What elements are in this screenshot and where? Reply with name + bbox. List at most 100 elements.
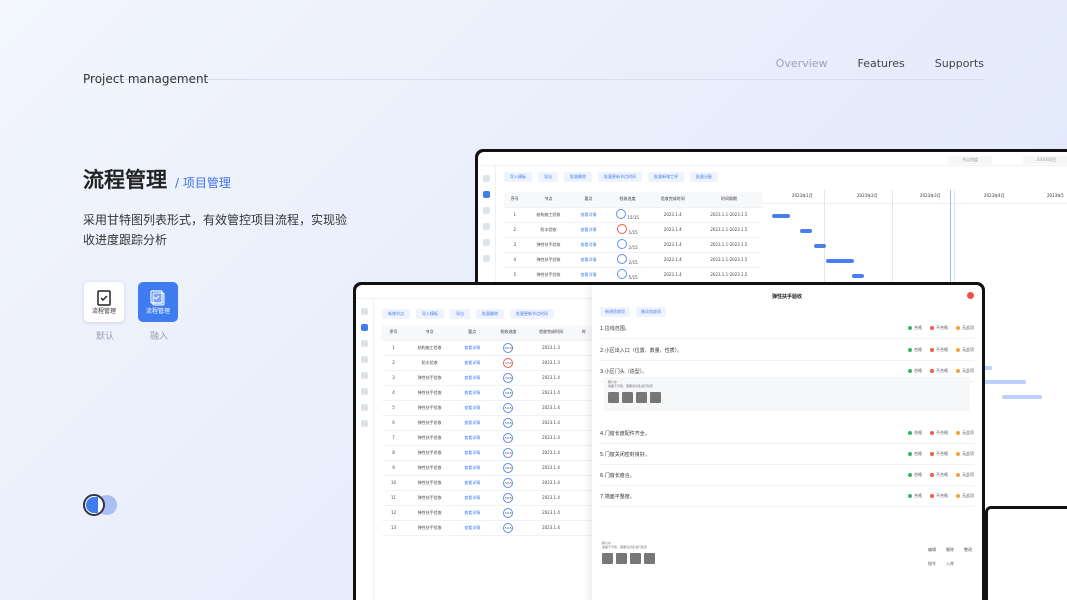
mode-merged-button[interactable]: 流程管理 <box>138 282 178 322</box>
photo-thumb[interactable] <box>630 553 641 564</box>
table-row[interactable]: 5 弹性扶手验收 查看详情 5/15 2023.1.4 <box>382 400 592 416</box>
table-row[interactable]: 6 弹性扶手验收 查看详情 5/15 2023.1.4 <box>382 415 592 431</box>
detail-link[interactable]: 查看详情 <box>454 385 491 401</box>
option-pass[interactable]: 合格 <box>908 472 922 478</box>
option-pass[interactable]: 合格 <box>908 451 922 457</box>
front-tb-add-node[interactable]: 新增节点 <box>382 309 410 319</box>
third-device-edge <box>985 506 1067 600</box>
option-fail[interactable]: 不合格 <box>930 430 948 436</box>
table-row[interactable]: 11 弹性扶手验收 查看详情 5/15 2023.1.4 <box>382 490 592 506</box>
option-pass[interactable]: 合格 <box>908 347 922 353</box>
detail-link[interactable]: 查看详情 <box>454 490 491 506</box>
option-fail[interactable]: 不合格 <box>930 347 948 353</box>
table-row[interactable]: 3 弹性扶手验收 查看详情 2/15 2023.1.4 2023.1.1-202… <box>504 237 762 253</box>
theme-toggle[interactable] <box>83 494 121 516</box>
option-pass[interactable]: 合格 <box>908 493 922 499</box>
gantt-bar[interactable] <box>826 259 854 263</box>
back-tb-import[interactable]: 导入模板 <box>504 172 532 182</box>
gantt-bar[interactable] <box>800 229 812 233</box>
command-button[interactable]: 指令 <box>928 561 936 567</box>
option-na[interactable]: 无此项 <box>956 347 974 353</box>
detail-link[interactable]: 查看详情 <box>454 355 491 371</box>
table-row[interactable]: 2 防水验收 查看详情 1/15 2023.1.4 2023.1.1-2023.… <box>504 222 762 238</box>
edit-button[interactable]: 编辑 <box>928 547 936 553</box>
gantt-bar[interactable] <box>980 380 1026 384</box>
back-tb-export[interactable]: 导出 <box>538 172 558 182</box>
detail-link[interactable]: 查看详情 <box>454 415 491 431</box>
photo-thumb[interactable] <box>622 392 633 403</box>
option-fail[interactable]: 不合格 <box>930 325 948 331</box>
table-row[interactable]: 2 防水验收 查看详情 1/15 2023.1.3 <box>382 355 592 371</box>
detail-link[interactable]: 查看详情 <box>454 340 491 356</box>
option-pass[interactable]: 合格 <box>908 325 922 331</box>
table-row[interactable]: 4 弹性扶手验收 查看详情 2/15 2023.1.4 2023.1.1-202… <box>504 252 762 268</box>
option-pass[interactable]: 合格 <box>908 368 922 374</box>
option-na[interactable]: 无此项 <box>956 325 974 331</box>
gantt-bar[interactable] <box>1002 395 1042 399</box>
option-na[interactable]: 无此项 <box>956 472 974 478</box>
detail-link[interactable]: 查看详情 <box>454 370 491 386</box>
back-tb-assign[interactable]: 批量分配 <box>690 172 718 182</box>
photo-thumb[interactable] <box>650 392 661 403</box>
detail-link[interactable]: 查看详情 <box>571 237 606 253</box>
front-tb-import[interactable]: 导入模板 <box>416 309 444 319</box>
photo-thumb[interactable] <box>602 553 613 564</box>
option-fail[interactable]: 不合格 <box>930 451 948 457</box>
detail-link[interactable]: 查看详情 <box>571 222 606 238</box>
front-tb-export[interactable]: 导出 <box>450 309 470 319</box>
table-row[interactable]: 3 弹性扶手验收 查看详情 2/15 2023.1.4 <box>382 370 592 386</box>
table-row[interactable]: 1 结构施工验收 查看详情 15/15 2023.1.4 2023.1.1-20… <box>504 207 762 223</box>
table-row[interactable]: 12 弹性扶手验收 查看详情 5/15 2023.1.4 <box>382 505 592 521</box>
close-icon[interactable] <box>967 292 974 299</box>
table-row[interactable]: 9 弹性扶手验收 查看详情 5/15 2023.1.4 <box>382 460 592 476</box>
option-na[interactable]: 无此项 <box>956 451 974 457</box>
option-na[interactable]: 无此项 <box>956 430 974 436</box>
back-select[interactable]: 节点进度 <box>948 156 992 164</box>
photo-thumb[interactable] <box>616 553 627 564</box>
back-tb-add[interactable]: 批量新增工序 <box>648 172 684 182</box>
detail-link[interactable]: 查看详情 <box>571 252 606 268</box>
move-item-button[interactable]: 移动验收项 <box>636 307 666 317</box>
back-tb-update[interactable]: 批量更新节点时间 <box>598 172 642 182</box>
option-fail[interactable]: 不合格 <box>930 493 948 499</box>
detail-link[interactable]: 查看详情 <box>454 505 491 521</box>
table-row[interactable]: 4 弹性扶手验收 查看详情 2/15 2023.1.4 <box>382 385 592 401</box>
add-item-button[interactable]: 新增验收项 <box>600 307 630 317</box>
table-row[interactable]: 1 结构施工验收 查看详情 15/15 2023.1.3 <box>382 340 592 356</box>
nav-overview[interactable]: Overview <box>776 57 828 70</box>
detail-link[interactable]: 查看详情 <box>454 445 491 461</box>
option-fail[interactable]: 不合格 <box>930 368 948 374</box>
table-row[interactable]: 8 弹性扶手验收 查看详情 5/15 2023.1.4 <box>382 445 592 461</box>
table-row[interactable]: 13 弹性扶手验收 查看详情 5/15 2023.1.4 <box>382 520 592 536</box>
table-row[interactable]: 7 弹性扶手验收 查看详情 5/15 2023.1.4 <box>382 430 592 446</box>
detail-link[interactable]: 查看详情 <box>454 400 491 416</box>
gantt-bar[interactable] <box>772 214 790 218</box>
option-pass[interactable]: 合格 <box>908 430 922 436</box>
option-fail[interactable]: 不合格 <box>930 472 948 478</box>
gantt-bar[interactable] <box>814 244 826 248</box>
delete-button[interactable]: 删除 <box>946 547 954 553</box>
detail-link[interactable]: 查看详情 <box>571 267 606 283</box>
nav-features[interactable]: Features <box>857 57 904 70</box>
front-tb-delete[interactable]: 批量删除 <box>476 309 504 319</box>
store-button[interactable]: 入库 <box>946 561 954 567</box>
photo-thumb[interactable] <box>636 392 647 403</box>
table-row[interactable]: 5 弹性扶手验收 查看详情 5/15 2023.1.4 2023.1.1-202… <box>504 267 762 283</box>
detail-link[interactable]: 查看详情 <box>454 460 491 476</box>
option-na[interactable]: 无此项 <box>956 493 974 499</box>
photo-thumb[interactable] <box>608 392 619 403</box>
detail-link[interactable]: 查看详情 <box>454 520 491 536</box>
front-tb-update[interactable]: 批量更新节点时间 <box>510 309 554 319</box>
detail-link[interactable]: 查看详情 <box>454 430 491 446</box>
rectify-button[interactable]: 整改 <box>964 547 972 553</box>
detail-link[interactable]: 查看详情 <box>571 207 606 223</box>
back-tb-delete[interactable]: 批量删除 <box>564 172 592 182</box>
option-na[interactable]: 无此项 <box>956 368 974 374</box>
gantt-bar[interactable] <box>852 274 864 278</box>
table-row[interactable]: 10 弹性扶手验收 查看详情 5/15 2023.1.4 <box>382 475 592 491</box>
mode-default-button[interactable]: 流程管理 <box>84 282 124 322</box>
photo-thumb[interactable] <box>644 553 655 564</box>
back-search[interactable]: XXXX项目 <box>1023 156 1067 164</box>
detail-link[interactable]: 查看详情 <box>454 475 491 491</box>
nav-supports[interactable]: Supports <box>935 57 984 70</box>
